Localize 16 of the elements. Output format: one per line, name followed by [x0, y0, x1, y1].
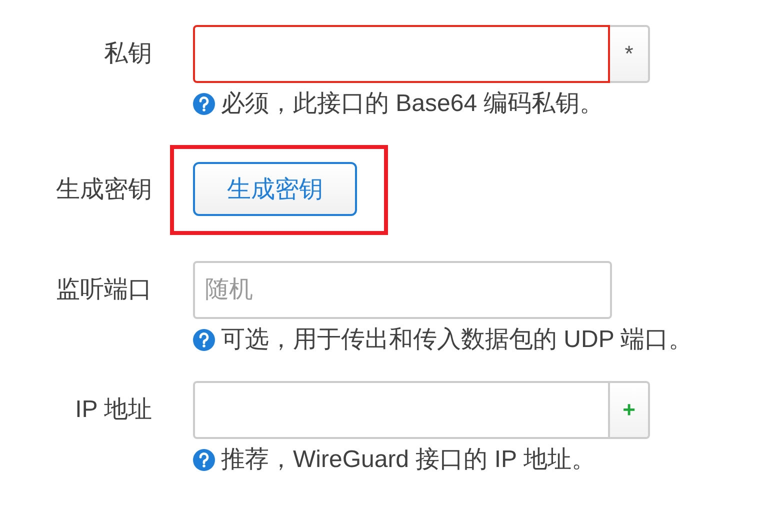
field-label: 私钥	[103, 39, 152, 69]
help-text: 推荐，WireGuard 接口的 IP 地址。	[221, 445, 596, 475]
text-field[interactable]	[193, 381, 610, 439]
field-label: IP 地址	[74, 395, 152, 425]
help-icon[interactable]	[193, 329, 215, 351]
generate-button[interactable]: 生成密钥	[193, 162, 357, 216]
field-label: 监听端口	[55, 275, 152, 305]
help-text: 必须，此接口的 Base64 编码私钥。	[221, 89, 604, 119]
required-addon: *	[610, 25, 650, 83]
add-button[interactable]: +	[610, 381, 650, 439]
text-field[interactable]	[193, 25, 610, 83]
help-text: 可选，用于传出和传入数据包的 UDP 端口。	[221, 325, 693, 355]
field-label: 生成密钥	[55, 175, 152, 205]
text-field[interactable]: 随机	[193, 261, 612, 319]
help-icon[interactable]	[193, 93, 215, 115]
help-icon[interactable]	[193, 449, 215, 471]
